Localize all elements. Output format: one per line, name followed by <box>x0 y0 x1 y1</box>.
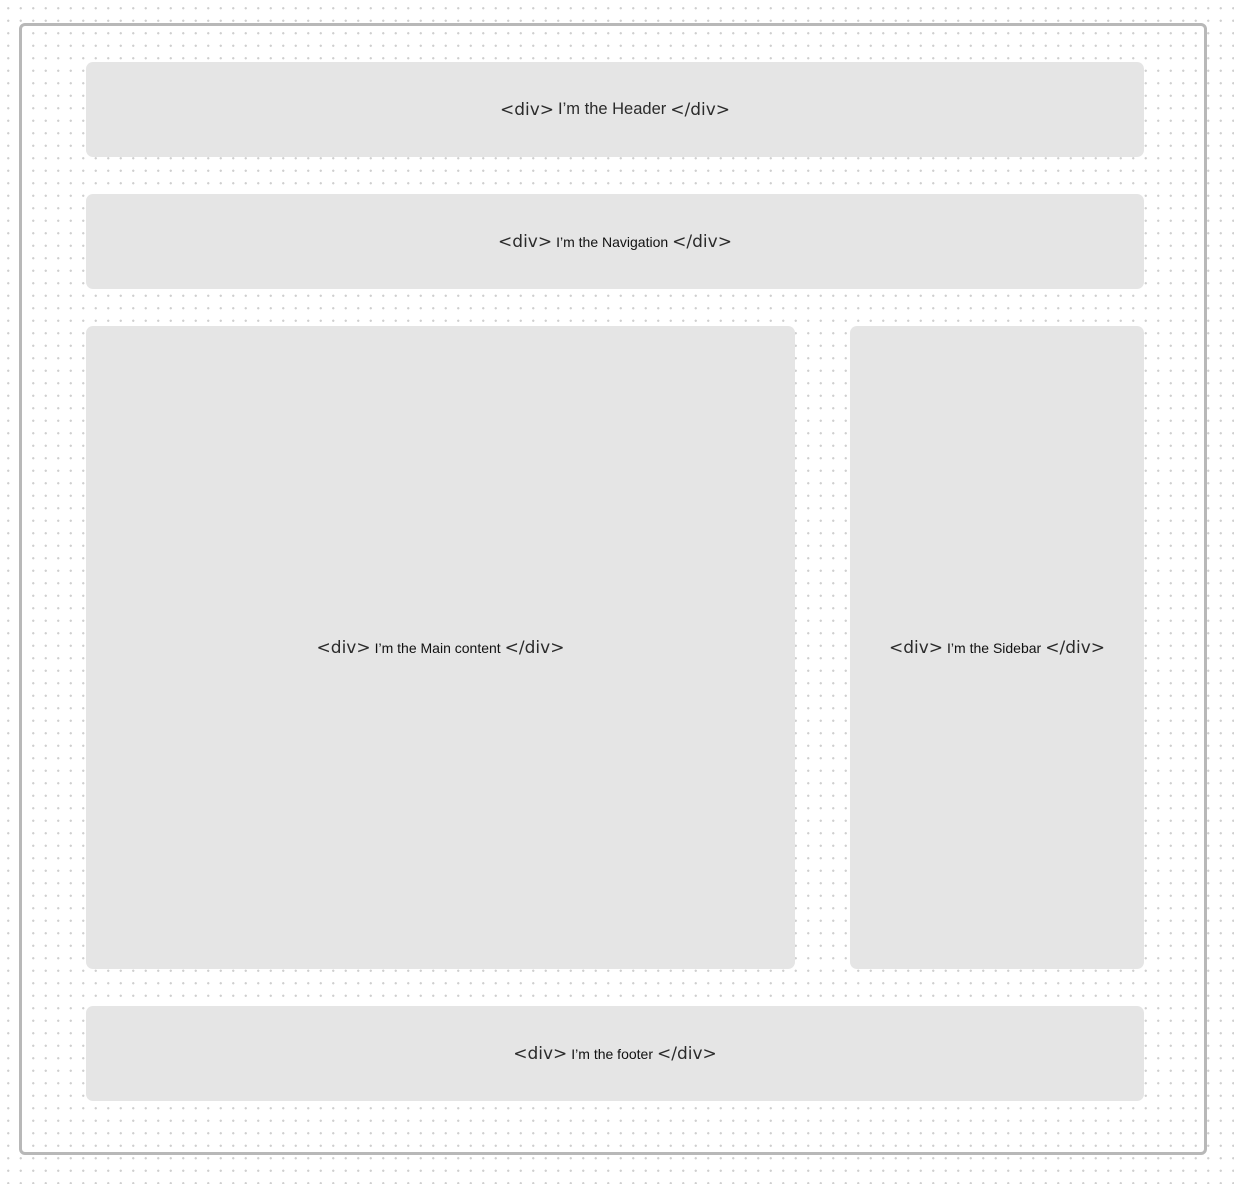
header-box: <div> I’m the Header </div> <box>86 62 1144 157</box>
open-tag: <div> <box>513 1043 568 1064</box>
close-tag: </div> <box>656 1043 717 1064</box>
sidebar-label: I’m the Sidebar <box>947 639 1042 656</box>
sidebar-box: <div> I’m the Sidebar </div> <box>850 326 1144 969</box>
main-content-label: I’m the Main content <box>374 639 501 656</box>
navigation-box: <div> I’m the Navigation </div> <box>86 194 1144 289</box>
close-tag: </div> <box>672 231 732 252</box>
open-tag: <div> <box>498 231 553 252</box>
navigation-label: I’m the Navigation <box>556 233 669 250</box>
close-tag: </div> <box>504 637 565 658</box>
footer-box: <div> I’m the footer </div> <box>86 1006 1144 1101</box>
close-tag: </div> <box>670 99 731 120</box>
main-content-box: <div> I’m the Main content </div> <box>86 326 795 969</box>
close-tag: </div> <box>1045 637 1106 658</box>
open-tag: <div> <box>888 637 944 658</box>
footer-label: I’m the footer <box>571 1045 653 1062</box>
header-label: I’m the Header <box>558 100 667 118</box>
open-tag: <div> <box>316 637 371 658</box>
open-tag: <div> <box>499 99 555 120</box>
